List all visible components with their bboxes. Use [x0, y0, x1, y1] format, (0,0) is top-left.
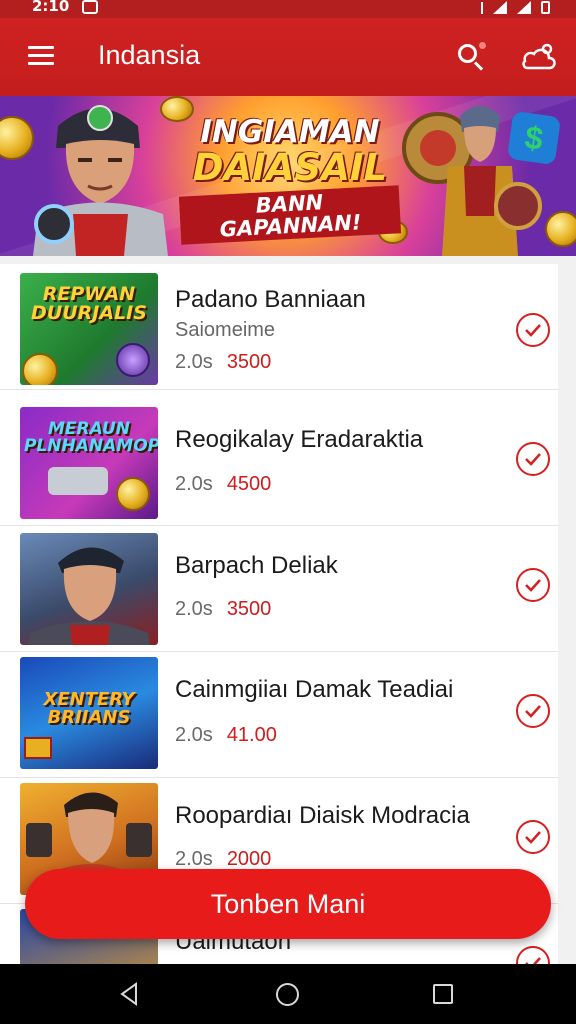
bluetooth-icon [475, 2, 483, 14]
status-bar: 2:10 [0, 0, 576, 18]
check-circle-icon[interactable] [516, 694, 550, 728]
banner-headline: INGIAMAN DAIASAIL BANN GAPANNAN! [178, 114, 402, 246]
item-duration: 2.0s [175, 848, 213, 870]
item-price: 3500 [226, 598, 272, 620]
item-price: 41.00 [226, 724, 277, 746]
search-icon[interactable] [456, 42, 486, 72]
check-circle-icon[interactable] [516, 313, 550, 347]
item-duration: 2.0s [175, 598, 213, 620]
item-thumbnail: REPWAN DUURJALIS [20, 273, 158, 385]
item-thumbnail: XENTERY BRIIANS [20, 657, 158, 769]
status-icons [475, 0, 550, 14]
battery-icon [541, 1, 550, 14]
notification-dot [479, 42, 486, 49]
coin-icon [545, 211, 576, 247]
item-meta: 2.0s 3500 [175, 598, 271, 621]
item-title: Padano Banniaan [175, 286, 366, 313]
signal-icon [517, 1, 531, 14]
thumbnail-title: MERAUN PLNHANAMOP [24, 419, 158, 456]
recents-icon[interactable] [433, 984, 453, 1004]
check-circle-icon[interactable] [516, 442, 550, 476]
item-meta: 2.0s 3500 [175, 351, 271, 374]
item-price: 3500 [226, 351, 272, 373]
primary-cta-button[interactable]: Tonben Mani [25, 869, 551, 939]
banner-line-1: INGIAMAN [200, 114, 380, 150]
item-title: Reogikalay Eradaraktia [175, 426, 424, 453]
app-bar: Indansia [0, 18, 576, 96]
cloud-upload-icon[interactable] [520, 42, 556, 72]
list-item[interactable]: XENTERY BRIIANS Cainmgiiaı Damak Teadiai… [0, 652, 558, 778]
item-duration: 2.0s [175, 351, 213, 373]
banner-line-3: BANN GAPANNAN! [178, 185, 402, 246]
game-list: REPWAN DUURJALIS Padano Banniaan Saiomei… [0, 264, 558, 964]
list-item[interactable]: MERAUN PLNHANAMOP Reogikalay Eradaraktia… [0, 400, 558, 526]
list-item[interactable]: Barpach Deliak 2.0s 3500 [0, 526, 558, 652]
promo-banner[interactable]: INGIAMAN DAIASAIL BANN GAPANNAN! $ [0, 96, 576, 256]
item-title: Roopardiaı Diaisk Modracia [175, 802, 470, 829]
thumbnail-title: XENTERY BRIIANS [43, 689, 135, 728]
item-price: 2000 [226, 848, 272, 870]
dollar-icon: $ [506, 110, 562, 166]
status-time: 2:10 [32, 0, 70, 15]
item-subtitle: Saiomeime [175, 319, 276, 341]
list-item[interactable]: REPWAN DUURJALIS Padano Banniaan Saiomei… [0, 264, 558, 390]
item-title: Cainmgiiaı Damak Teadiai [175, 676, 454, 703]
item-title: Barpach Deliak [175, 552, 338, 579]
menu-icon[interactable] [28, 46, 54, 66]
hero-left-image [33, 105, 168, 256]
app-title: Indansia [98, 40, 201, 70]
item-thumbnail: MERAUN PLNHANAMOP [20, 407, 158, 519]
notification-icon [82, 0, 98, 14]
wifi-icon [493, 1, 507, 14]
back-icon[interactable] [118, 982, 140, 1006]
check-circle-icon[interactable] [516, 946, 550, 964]
item-thumbnail [20, 533, 158, 645]
check-circle-icon[interactable] [516, 820, 550, 854]
item-meta: 2.0s 2000 [175, 848, 271, 871]
item-meta: 2.0s 4500 [175, 473, 271, 496]
check-circle-icon[interactable] [516, 568, 550, 602]
item-price: 4500 [226, 473, 272, 495]
item-duration: 2.0s [175, 473, 213, 495]
banner-line-2: DAIASAIL [192, 145, 388, 189]
thumbnail-title: REPWAN DUURJALIS [31, 283, 147, 324]
system-nav-bar [0, 964, 576, 1024]
item-duration: 2.0s [175, 724, 213, 746]
item-meta: 2.0s 41.00 [175, 724, 277, 747]
home-icon[interactable] [276, 983, 299, 1006]
